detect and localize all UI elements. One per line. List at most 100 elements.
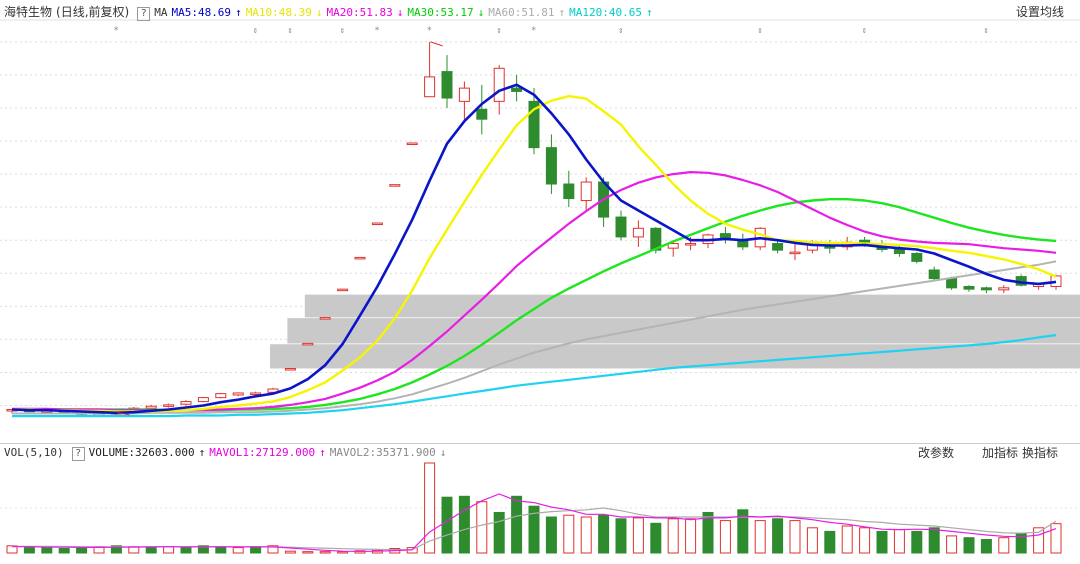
volume-bar (232, 547, 244, 554)
volume-bar (876, 530, 888, 554)
ma-value: MA120:40.65 (569, 6, 642, 19)
volume-bar (545, 516, 557, 554)
stock-name: 海特生物 (4, 5, 53, 19)
event-marker-icon: * (427, 26, 432, 36)
candle-body (789, 251, 801, 255)
event-marker-icon: ⇕ (340, 26, 345, 36)
volume-bar (1050, 523, 1062, 554)
candle-body (493, 67, 505, 102)
vol-values: VOLUME:32603.000 ↑ MAVOL1:27129.000 ↑ MAVOL2… (89, 446, 451, 459)
volume-bar (893, 529, 905, 554)
kline-chart-panel[interactable]: * ⇕ ⇕ ⇕ * * ⇕ * ⇕ ⇕ ⇕ ⇕ 海特生物 (日线,前复权)? MA MA5:48.69 ↑ MA… (0, 0, 1080, 440)
candle-body (980, 287, 992, 291)
event-marker-icon: ⇕ (287, 26, 292, 36)
event-marker-icon: * (374, 26, 379, 36)
ma-value: MA10:48.39 (245, 6, 312, 19)
volume-bar (337, 551, 349, 554)
volume-bar (319, 551, 331, 554)
volume-bar (76, 547, 88, 554)
volume-bar (511, 495, 523, 554)
candle-body (563, 183, 575, 200)
volume-bar (841, 525, 853, 554)
ma-arrow-icon: ↑ (558, 6, 566, 19)
candle-body (632, 227, 644, 238)
candle-body (963, 286, 975, 290)
event-marker-icon: ⇕ (496, 26, 501, 36)
ma-values: MA5:48.69 ↑ MA10:48.39 ↓ MA20:51.83 ↓ MA30:53.… (171, 6, 656, 19)
switch-indicator-button[interactable]: 换指标 (1022, 445, 1058, 461)
volume-bar (284, 550, 296, 554)
ma-arrow-icon: ↓ (477, 6, 485, 19)
vol-label: VOL(5,10) (4, 446, 64, 459)
volume-chart-panel[interactable]: VOL(5,10)? VOLUME:32603.000 ↑ MAVOL1:27129.… (0, 443, 1080, 561)
volume-bar (963, 537, 975, 554)
price-zone (304, 293, 1080, 318)
ma-arrow-icon: ↓ (396, 6, 404, 19)
vol-arrow-icon: ↑ (198, 446, 206, 459)
volume-bar (458, 495, 470, 554)
volume-bar (1033, 527, 1045, 554)
volume-bar (719, 520, 731, 554)
volume-bar (476, 501, 488, 554)
ma-value: MA5:48.69 (171, 6, 232, 19)
ma-arrow-icon: ↓ (315, 6, 323, 19)
add-indicator-button[interactable]: 加指标 (982, 445, 1018, 461)
ma-legend: 海特生物 (日线,前复权)? MA MA5:48.69 ↑ MA10:48.39 ↓ MA20… (4, 4, 661, 21)
help-icon[interactable]: ? (137, 7, 151, 21)
ma-value: MA60:51.81 (488, 6, 555, 19)
vol-value: VOLUME:32603.000 (88, 446, 195, 459)
volume-bar (615, 518, 627, 554)
candle-body (232, 392, 244, 396)
ma-arrow-icon: ↑ (235, 6, 242, 19)
volume-bar (859, 527, 871, 554)
candle-body (685, 243, 697, 246)
volume-bar (772, 518, 784, 554)
volume-bar (145, 547, 157, 554)
candle-body (615, 216, 627, 238)
volume-bar (563, 514, 575, 554)
vol-arrow-icon: ↓ (439, 446, 447, 459)
ma-settings-button[interactable]: 设置均线 (1016, 4, 1064, 20)
candle-body (893, 248, 905, 254)
candle-body (476, 108, 488, 120)
candle-body (163, 404, 175, 407)
volume-bar (789, 520, 801, 554)
event-marker-icon: ⇕ (862, 26, 867, 36)
volume-bar (998, 537, 1010, 554)
candle-body (389, 184, 401, 187)
volume-bar (58, 548, 70, 554)
volume-bar (180, 547, 192, 554)
volume-bar (911, 530, 923, 554)
candle-body (406, 142, 418, 146)
kline-chart[interactable]: * ⇕ ⇕ ⇕ * * ⇕ * ⇕ ⇕ ⇕ ⇕ (0, 0, 1080, 440)
candle-body (302, 342, 314, 346)
volume-bar (946, 535, 958, 554)
candle-body (371, 222, 383, 226)
vol-value: MAVOL1:27129.000 (209, 446, 316, 459)
volume-bar (23, 547, 35, 554)
candle-body (928, 269, 940, 280)
volume-bar (806, 527, 818, 554)
volume-bar (441, 496, 453, 554)
ma-label: MA (154, 6, 168, 19)
candle-body (441, 71, 453, 99)
volume-legend: VOL(5,10)? VOLUME:32603.000 ↑ MAVOL1:27129.… (4, 445, 454, 461)
candle-body (319, 317, 331, 320)
event-marker-icon: ⇕ (983, 26, 988, 36)
event-marker-icon: ⇕ (757, 26, 762, 36)
volume-bar (598, 514, 610, 554)
volume-bar (650, 522, 662, 554)
candle-body (354, 256, 366, 260)
volume-bar (824, 530, 836, 554)
candle-body (180, 401, 192, 405)
candle-body (458, 87, 470, 102)
candle-body (145, 405, 157, 409)
event-marker-icon: ⇕ (253, 26, 258, 36)
candle-body (511, 87, 523, 92)
vol-help-icon[interactable]: ? (71, 447, 85, 461)
candle-body (772, 243, 784, 251)
edit-params-button[interactable]: 改参数 (918, 445, 954, 461)
volume-bar (215, 546, 227, 554)
vol-value: MAVOL2:35371.900 (329, 446, 436, 459)
candle-body (580, 181, 592, 202)
